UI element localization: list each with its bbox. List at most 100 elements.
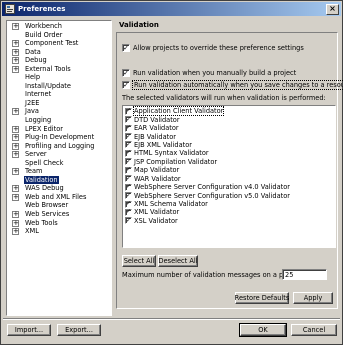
tree-item[interactable]: + Team xyxy=(7,167,111,176)
tree-item[interactable]: + LPEX Editor xyxy=(7,125,111,134)
expand-icon[interactable]: + xyxy=(12,125,19,133)
tree-item[interactable]: Logging xyxy=(7,116,111,125)
validator-checkbox[interactable]: ✓ xyxy=(125,217,132,225)
validators-list[interactable]: ✓ Application Client Validator ✓ DTD Valida… xyxy=(122,105,336,248)
validator-checkbox[interactable]: ✓ xyxy=(125,149,132,157)
run-manual-row[interactable]: ✓ Run validation when you manually build… xyxy=(122,69,296,77)
validator-checkbox[interactable]: ✓ xyxy=(125,175,132,183)
tree-item[interactable]: + Web and XML Files xyxy=(7,193,111,202)
tree-item[interactable]: Web Browser xyxy=(7,201,111,210)
validator-item[interactable]: ✓ WebSphere Server Configuration v4.0 Val… xyxy=(123,183,335,191)
allow-override-row[interactable]: ✓ Allow projects to override these prefe… xyxy=(122,44,304,52)
validator-item[interactable]: ✓ WAR Validator xyxy=(123,175,335,183)
validator-item[interactable]: ✓ EJB Validator xyxy=(123,132,335,141)
tree-item[interactable]: Help xyxy=(7,73,111,82)
tree-item-label: Spell Check xyxy=(25,158,64,167)
validator-checkbox[interactable]: ✓ xyxy=(125,133,132,141)
tree-item-label: Install/Update xyxy=(25,81,71,90)
validator-checkbox[interactable]: ✓ xyxy=(125,192,132,200)
validator-label: DTD Validator xyxy=(134,115,180,124)
validator-label: EAR Validator xyxy=(134,124,179,133)
tree-item[interactable]: + Plug-In Development xyxy=(7,133,111,142)
expand-icon[interactable]: + xyxy=(12,134,19,142)
expand-icon[interactable]: + xyxy=(12,219,19,227)
validator-item[interactable]: ✓ EJB XML Validator xyxy=(123,141,335,149)
validator-item[interactable]: ✓ JSP Compilation Validator xyxy=(123,158,335,166)
tree-item[interactable]: + Data xyxy=(7,48,111,57)
run-auto-row[interactable]: ✓ Run validation automatically when you … xyxy=(122,80,343,90)
export-button[interactable]: Export... xyxy=(57,324,101,336)
validator-item[interactable]: ✓ XML Schema Validator xyxy=(123,200,335,208)
allow-override-checkbox[interactable]: ✓ xyxy=(122,44,130,52)
validator-label: XML Validator xyxy=(134,208,180,217)
max-messages-input[interactable] xyxy=(282,269,327,280)
expand-icon[interactable]: + xyxy=(12,108,19,116)
validator-item[interactable]: ✓ WebSphere Server Configuration v5.0 Val… xyxy=(123,191,335,200)
tree-item[interactable]: + Component Test xyxy=(7,39,111,48)
expand-icon[interactable]: + xyxy=(12,168,19,176)
select-all-button[interactable]: Select All xyxy=(122,255,156,267)
tree-item[interactable]: Spell Check xyxy=(7,159,111,168)
expand-icon[interactable]: + xyxy=(12,151,19,159)
tree-item-label: LPEX Editor xyxy=(25,124,63,133)
tree-item[interactable]: + WAS Debug xyxy=(7,184,111,193)
expand-icon[interactable]: + xyxy=(12,57,19,65)
validator-label: WAR Validator xyxy=(134,174,181,183)
tree-item[interactable]: + Web Services xyxy=(7,210,111,219)
validator-label: XML Schema Validator xyxy=(134,200,208,209)
restore-defaults-button[interactable]: Restore Defaults xyxy=(235,292,289,304)
ok-button[interactable]: OK xyxy=(239,323,287,337)
tree-item[interactable]: Internet xyxy=(7,90,111,99)
tree-item[interactable]: + Workbench xyxy=(7,22,111,31)
tree-item[interactable]: + External Tools xyxy=(7,65,111,74)
close-button[interactable]: × xyxy=(326,3,339,15)
footer-separator xyxy=(3,318,340,320)
tree-item[interactable]: J2EE xyxy=(7,99,111,108)
tree-item[interactable]: + Java xyxy=(7,107,111,116)
expand-icon[interactable]: + xyxy=(12,40,19,48)
page-title: Validation xyxy=(119,21,159,29)
run-manual-checkbox[interactable]: ✓ xyxy=(122,69,130,77)
validator-checkbox[interactable]: ✓ xyxy=(125,141,132,149)
expand-icon[interactable]: + xyxy=(12,193,19,201)
expand-icon[interactable]: + xyxy=(12,185,19,193)
expand-icon[interactable]: + xyxy=(12,211,19,219)
tree-item[interactable]: Install/Update xyxy=(7,82,111,91)
cancel-button[interactable]: Cancel xyxy=(291,324,337,336)
validator-item[interactable]: ✓ EAR Validator xyxy=(123,124,335,132)
expand-icon[interactable]: + xyxy=(12,23,19,30)
validator-item[interactable]: ✓ HTML Syntax Validator xyxy=(123,149,335,157)
validator-item[interactable]: ✓ XSL Validator xyxy=(123,217,335,225)
validator-label: Application Client Validator xyxy=(132,106,225,117)
validator-checkbox[interactable]: ✓ xyxy=(125,158,132,166)
validator-checkbox[interactable]: ✓ xyxy=(125,107,132,115)
expand-icon[interactable]: + xyxy=(12,228,19,236)
validator-checkbox[interactable]: ✓ xyxy=(125,183,132,191)
preferences-tree[interactable]: + Workbench Build Order + Component Test + Dat… xyxy=(6,20,112,316)
tree-item[interactable]: Validation xyxy=(7,175,111,185)
deselect-all-button[interactable]: Deselect All xyxy=(158,255,198,267)
tree-item[interactable]: + Profiling and Logging xyxy=(7,142,111,151)
apply-button[interactable]: Apply xyxy=(293,292,333,304)
validator-checkbox[interactable]: ✓ xyxy=(125,166,132,174)
close-icon: × xyxy=(329,4,336,13)
expand-icon[interactable]: + xyxy=(12,142,19,150)
validator-item[interactable]: ✓ Map Validator xyxy=(123,166,335,174)
tree-item[interactable]: + XML xyxy=(7,227,111,236)
validator-checkbox[interactable]: ✓ xyxy=(125,200,132,208)
tree-item[interactable]: Build Order xyxy=(7,31,111,40)
import-button[interactable]: Import... xyxy=(7,324,51,336)
validator-item[interactable]: ✓ Application Client Validator xyxy=(123,106,335,117)
tree-item[interactable]: + Web Tools xyxy=(7,219,111,228)
validator-checkbox[interactable]: ✓ xyxy=(125,208,132,216)
run-auto-checkbox[interactable]: ✓ xyxy=(122,81,130,89)
tree-item[interactable]: + Debug xyxy=(7,56,111,65)
validator-item[interactable]: ✓ XML Validator xyxy=(123,208,335,216)
validator-checkbox[interactable]: ✓ xyxy=(125,124,132,132)
title-bar[interactable]: Preferences × xyxy=(2,2,341,16)
validator-checkbox[interactable]: ✓ xyxy=(125,116,132,124)
tree-item[interactable]: + Server xyxy=(7,150,111,159)
expand-icon[interactable]: + xyxy=(12,65,19,73)
expand-icon[interactable]: + xyxy=(12,48,19,56)
validator-item[interactable]: ✓ DTD Validator xyxy=(123,115,335,124)
